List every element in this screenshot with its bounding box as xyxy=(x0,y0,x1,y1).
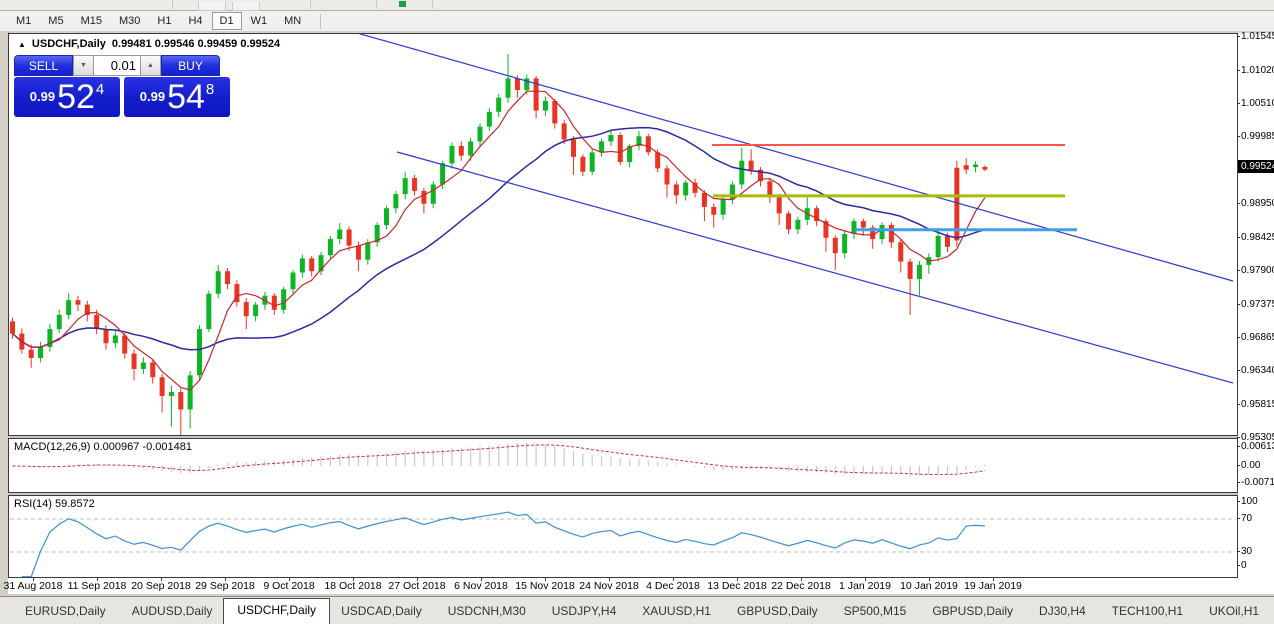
date-axis-label: 11 Sep 2018 xyxy=(68,580,127,592)
date-axis-label: 10 Jan 2019 xyxy=(900,580,958,592)
buy-price-pip: 8 xyxy=(206,81,214,98)
date-axis-label: 29 Sep 2018 xyxy=(195,580,255,592)
rsi-axis-label: 70 xyxy=(1241,513,1252,524)
date-axis-label: 6 Nov 2018 xyxy=(454,580,508,592)
one-click-trading-widget: SELL ▼ 0.01 ▲ BUY 0.99524 0.99548 xyxy=(14,55,230,117)
date-axis-label: 13 Dec 2018 xyxy=(707,580,767,592)
tab-sp500-m15[interactable]: SP500,M15 xyxy=(833,600,918,624)
tab-audusd-daily[interactable]: AUDUSD,Daily xyxy=(121,600,224,624)
rsi-label: RSI(14) 59.8572 xyxy=(14,498,95,510)
price-axis-label: 0.99985 xyxy=(1241,131,1274,142)
current-price-tag: 0.99524 xyxy=(1238,160,1274,173)
date-axis-label: 27 Oct 2018 xyxy=(388,580,445,592)
rsi-axis-label: 30 xyxy=(1241,546,1252,557)
tab-ukoil-h1[interactable]: UKOil,H1 xyxy=(1198,600,1270,624)
sell-price-prefix: 0.99 xyxy=(30,89,55,104)
date-axis-tick xyxy=(929,578,930,581)
price-axis-label: 1.00510 xyxy=(1241,98,1274,109)
date-axis-tick xyxy=(417,578,418,581)
macd-axis-label: 0.00 xyxy=(1241,460,1260,471)
tab-usdcnh-m30[interactable]: USDCNH,M30 xyxy=(437,600,537,624)
date-axis-tick xyxy=(993,578,994,581)
rsi-axis-label: 0 xyxy=(1241,560,1247,571)
chart-tab-bar: EURUSD,DailyAUDUSD,DailyUSDCHF,DailyUSDC… xyxy=(0,596,1274,624)
date-axis-tick xyxy=(161,578,162,581)
date-axis-tick xyxy=(33,578,34,581)
price-axis-label: 0.97900 xyxy=(1241,265,1274,276)
volume-decrease-button[interactable]: ▼ xyxy=(73,55,94,76)
macd-axis-label: -0.007142 xyxy=(1241,477,1274,488)
chart-symbol-period: USDCHF,Daily xyxy=(32,38,106,50)
tab-gbpusd-daily[interactable]: GBPUSD,Daily xyxy=(726,600,829,624)
date-axis-tick xyxy=(673,578,674,581)
date-axis-tick xyxy=(737,578,738,581)
tab-usdjpy-h4[interactable]: USDJPY,H4 xyxy=(541,600,627,624)
tab-usdcad-daily[interactable]: USDCAD,Daily xyxy=(330,600,433,624)
symbol-dropdown-icon[interactable]: ▲ xyxy=(18,40,26,49)
tab-gbpusd-daily-2[interactable]: GBPUSD,Daily xyxy=(921,600,1024,624)
date-axis-tick xyxy=(545,578,546,581)
date-axis-label: 31 Aug 2018 xyxy=(4,580,63,592)
date-axis-tick xyxy=(97,578,98,581)
date-axis-tick xyxy=(865,578,866,581)
date-axis-label: 1 Jan 2019 xyxy=(839,580,891,592)
price-axis-label: 0.98950 xyxy=(1241,198,1274,209)
price-axis-label: 1.01020 xyxy=(1241,65,1274,76)
date-axis-label: 24 Nov 2018 xyxy=(579,580,639,592)
chart-ohlc-values: 0.99481 0.99546 0.99459 0.99524 xyxy=(112,38,280,50)
date-axis-tick xyxy=(289,578,290,581)
volume-input[interactable]: 0.01 xyxy=(94,55,140,76)
date-axis-label: 18 Oct 2018 xyxy=(324,580,381,592)
buy-price-prefix: 0.99 xyxy=(140,89,165,104)
sell-price-big: 52 xyxy=(57,77,95,117)
macd-axis-label: 0.006137 xyxy=(1241,441,1274,452)
date-axis-label: 15 Nov 2018 xyxy=(515,580,575,592)
date-axis-label: 9 Oct 2018 xyxy=(263,580,314,592)
sell-button[interactable]: SELL xyxy=(14,55,73,76)
tab-xauusd-h1[interactable]: XAUUSD,H1 xyxy=(631,600,722,624)
tab-tech100-h1[interactable]: TECH100,H1 xyxy=(1101,600,1194,624)
date-axis-tick xyxy=(481,578,482,581)
date-axis-label: 20 Sep 2018 xyxy=(131,580,191,592)
price-axis-label: 0.96340 xyxy=(1241,365,1274,376)
date-axis-label: 19 Jan 2019 xyxy=(964,580,1022,592)
date-axis-tick xyxy=(353,578,354,581)
price-axis-label: 1.01545 xyxy=(1241,31,1274,42)
sell-price-pip: 4 xyxy=(96,81,104,98)
date-axis-tick xyxy=(609,578,610,581)
date-axis-label: 4 Dec 2018 xyxy=(646,580,700,592)
chart-title: ▲ USDCHF,Daily 0.99481 0.99546 0.99459 0… xyxy=(18,38,280,50)
rsi-axis-label: 100 xyxy=(1241,496,1258,507)
volume-increase-button[interactable]: ▲ xyxy=(140,55,161,76)
macd-label: MACD(12,26,9) 0.000967 -0.001481 xyxy=(14,441,192,453)
buy-price-big: 54 xyxy=(167,77,205,117)
price-axis-label: 0.97375 xyxy=(1241,299,1274,310)
date-axis-tick xyxy=(801,578,802,581)
buy-price-display[interactable]: 0.99548 xyxy=(124,77,230,117)
price-axis-label: 0.96865 xyxy=(1241,332,1274,343)
date-axis-tick xyxy=(225,578,226,581)
tab-usdchf-daily[interactable]: USDCHF,Daily xyxy=(223,598,330,624)
price-axis-label: 0.98425 xyxy=(1241,232,1274,243)
date-axis-label: 22 Dec 2018 xyxy=(771,580,831,592)
sell-price-display[interactable]: 0.99524 xyxy=(14,77,120,117)
price-axis-label: 0.95815 xyxy=(1241,399,1274,410)
tab-dj30-h4[interactable]: DJ30,H4 xyxy=(1028,600,1097,624)
tab-eurusd-daily[interactable]: EURUSD,Daily xyxy=(14,600,117,624)
buy-button[interactable]: BUY xyxy=(161,55,220,76)
